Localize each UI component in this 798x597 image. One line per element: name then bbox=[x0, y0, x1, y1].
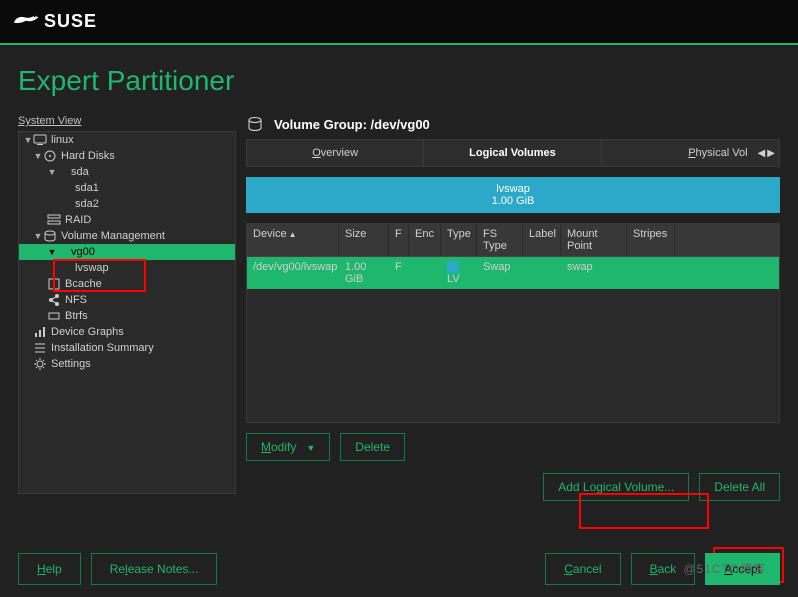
cell-enc bbox=[409, 257, 441, 289]
tree-label: Volume Management bbox=[61, 230, 165, 242]
tree-btrfs[interactable]: Btrfs bbox=[19, 308, 235, 324]
brand-text: SUSE bbox=[44, 11, 97, 32]
add-logical-volume-button[interactable]: Add Logical Volume... bbox=[543, 473, 689, 501]
tree-nfs[interactable]: NFS bbox=[19, 292, 235, 308]
tree-sda1[interactable]: sda1 bbox=[19, 180, 235, 196]
system-view-label: System View bbox=[18, 115, 236, 127]
disk-icon bbox=[43, 149, 57, 163]
col-fs[interactable]: FS Type bbox=[477, 224, 523, 256]
lv-table: Device▲ Size F Enc Type FS Type Label Mo… bbox=[246, 223, 780, 423]
tree-raid[interactable]: RAID bbox=[19, 212, 235, 228]
tree-settings[interactable]: Settings bbox=[19, 356, 235, 372]
cell-type: LV bbox=[441, 257, 477, 289]
tab-bar: Overview Logical Volumes Physical Vol ◀ … bbox=[246, 139, 780, 167]
chevron-down-icon[interactable]: ▼ bbox=[23, 135, 33, 145]
tree-hard-disks[interactable]: ▼ Hard Disks bbox=[19, 148, 235, 164]
bottom-bar: Help Release Notes... Cancel Back Accept bbox=[18, 553, 780, 585]
tree-label: lvswap bbox=[75, 262, 109, 274]
cancel-button[interactable]: Cancel bbox=[545, 553, 620, 585]
cell-stripes bbox=[627, 257, 675, 289]
graph-icon bbox=[33, 325, 47, 339]
tree-label: Settings bbox=[51, 358, 91, 370]
cell-device: /dev/vg00/lvswap bbox=[247, 257, 339, 289]
tree-label: Installation Summary bbox=[51, 342, 154, 354]
tab-scroll-left-icon[interactable]: ◀ bbox=[758, 148, 766, 159]
tab-overview[interactable]: Overview bbox=[247, 140, 424, 166]
watermark: @51CTO博客 bbox=[683, 560, 766, 577]
help-button[interactable]: Help bbox=[18, 553, 81, 585]
tree-label: Device Graphs bbox=[51, 326, 124, 338]
chevron-down-icon[interactable]: ▼ bbox=[33, 151, 43, 161]
col-stripes[interactable]: Stripes bbox=[627, 224, 675, 256]
tree-label: Bcache bbox=[65, 278, 102, 290]
page-title: Expert Partitioner bbox=[18, 45, 780, 115]
col-device[interactable]: Device▲ bbox=[247, 224, 339, 256]
device-tree[interactable]: ▼ linux ▼ Hard Disks ▼ sda sda1 sda2 bbox=[18, 131, 236, 494]
tree-label: linux bbox=[51, 134, 74, 146]
tree-label: sda1 bbox=[75, 182, 99, 194]
col-type[interactable]: Type bbox=[441, 224, 477, 256]
col-size[interactable]: Size bbox=[339, 224, 389, 256]
cell-size: 1.00 GiB bbox=[339, 257, 389, 289]
gear-icon bbox=[33, 357, 47, 371]
tree-label: sda2 bbox=[75, 198, 99, 210]
tree-label: vg00 bbox=[71, 246, 95, 258]
sort-asc-icon: ▲ bbox=[289, 230, 297, 239]
raid-icon bbox=[47, 213, 61, 227]
tree-sda2[interactable]: sda2 bbox=[19, 196, 235, 212]
chevron-down-icon[interactable]: ▼ bbox=[33, 231, 43, 241]
chevron-down-icon: ▼ bbox=[306, 443, 315, 453]
tree-label: sda bbox=[71, 166, 89, 178]
cell-label bbox=[523, 257, 561, 289]
tab-logical-volumes[interactable]: Logical Volumes bbox=[424, 140, 601, 166]
cell-mount: swap bbox=[561, 257, 627, 289]
chevron-down-icon[interactable]: ▼ bbox=[47, 247, 57, 257]
table-row[interactable]: /dev/vg00/lvswap 1.00 GiB F LV Swap swap bbox=[247, 257, 779, 289]
vg-title: Volume Group: /dev/vg00 bbox=[274, 117, 430, 132]
tree-bcache[interactable]: Bcache bbox=[19, 276, 235, 292]
share-icon bbox=[47, 293, 61, 307]
col-enc[interactable]: Enc bbox=[409, 224, 441, 256]
usage-bar: lvswap 1.00 GiB bbox=[246, 177, 780, 213]
tree-linux[interactable]: ▼ linux bbox=[19, 132, 235, 148]
release-notes-button[interactable]: Release Notes... bbox=[91, 553, 218, 585]
lv-type-icon bbox=[447, 261, 459, 273]
delete-button[interactable]: Delete bbox=[340, 433, 405, 461]
tree-lvswap[interactable]: lvswap bbox=[19, 260, 235, 276]
col-f[interactable]: F bbox=[389, 224, 409, 256]
vg-header: Volume Group: /dev/vg00 bbox=[246, 115, 780, 133]
delete-all-button[interactable]: Delete All bbox=[699, 473, 780, 501]
tab-scroll-right-icon[interactable]: ▶ bbox=[767, 148, 775, 159]
btrfs-icon bbox=[47, 309, 61, 323]
cell-fs: Swap bbox=[477, 257, 523, 289]
tab-physical-volumes[interactable]: Physical Vol ◀ ▶ bbox=[602, 140, 779, 166]
tree-device-graphs[interactable]: Device Graphs bbox=[19, 324, 235, 340]
app-header: SUSE bbox=[0, 0, 798, 45]
cell-f: F bbox=[389, 257, 409, 289]
list-icon bbox=[33, 341, 47, 355]
volume-group-icon bbox=[246, 115, 264, 133]
tree-volume-management[interactable]: ▼ Volume Management bbox=[19, 228, 235, 244]
modify-button[interactable]: Modify▼ bbox=[246, 433, 330, 461]
tree-label: Btrfs bbox=[65, 310, 88, 322]
table-header: Device▲ Size F Enc Type FS Type Label Mo… bbox=[247, 224, 779, 257]
tree-label: NFS bbox=[65, 294, 87, 306]
usage-size: 1.00 GiB bbox=[492, 195, 535, 207]
tree-vg00[interactable]: ▼ vg00 bbox=[19, 244, 235, 260]
tab-label: Logical Volumes bbox=[469, 147, 556, 159]
tree-label: RAID bbox=[65, 214, 91, 226]
col-mount[interactable]: Mount Point bbox=[561, 224, 627, 256]
host-icon bbox=[33, 133, 47, 147]
lizard-icon bbox=[12, 10, 40, 33]
bcache-icon bbox=[47, 277, 61, 291]
usage-name: lvswap bbox=[496, 183, 530, 195]
chevron-down-icon[interactable]: ▼ bbox=[47, 167, 57, 177]
tree-label: Hard Disks bbox=[61, 150, 115, 162]
col-label[interactable]: Label bbox=[523, 224, 561, 256]
tree-sda[interactable]: ▼ sda bbox=[19, 164, 235, 180]
tree-installation-summary[interactable]: Installation Summary bbox=[19, 340, 235, 356]
volumes-icon bbox=[43, 229, 57, 243]
